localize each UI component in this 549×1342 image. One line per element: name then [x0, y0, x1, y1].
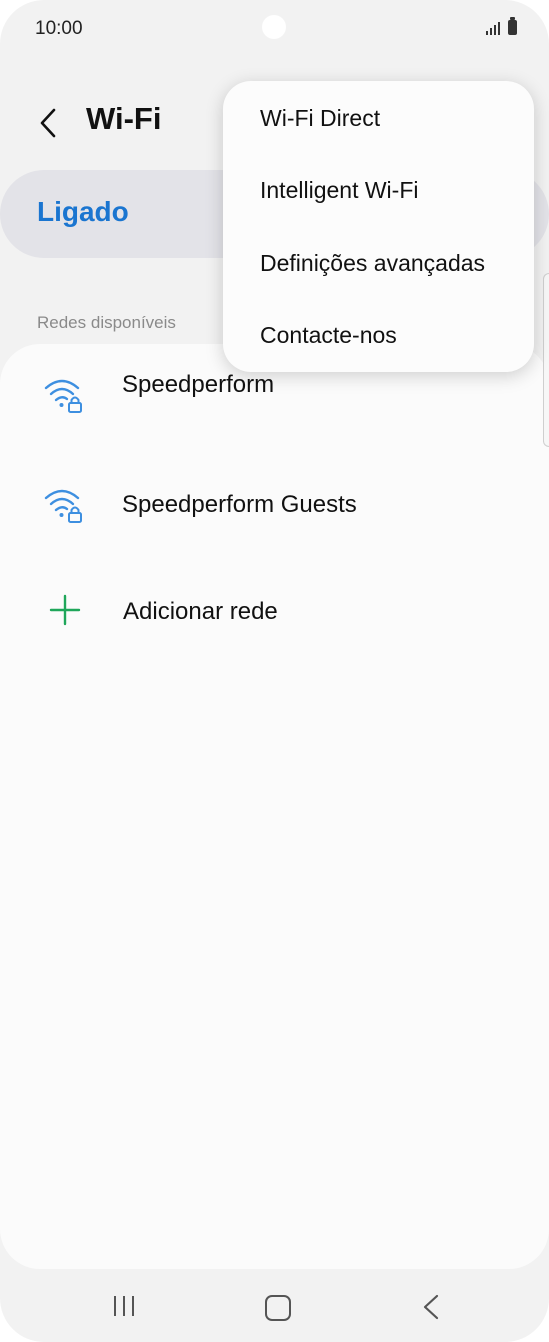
network-item-speedperform-guests[interactable]: Speedperform Guests: [0, 454, 549, 554]
network-name: Speedperform: [122, 371, 275, 398]
menu-item-intelligent-wifi[interactable]: Intelligent Wi-Fi: [223, 155, 534, 227]
nav-back-icon[interactable]: [422, 1294, 440, 1320]
battery-icon: [508, 17, 517, 35]
add-network-label: Adicionar rede: [123, 598, 278, 625]
menu-item-label: Definições avançadas: [260, 250, 486, 276]
menu-item-wifi-direct[interactable]: Wi-Fi Direct: [223, 83, 534, 155]
available-networks-header: Redes disponíveis: [37, 313, 176, 332]
status-icons: [486, 17, 517, 35]
wifi-locked-icon: [44, 489, 82, 523]
scroll-handle[interactable]: [543, 273, 549, 447]
status-time: 10:00: [35, 18, 83, 39]
menu-item-label: Wi-Fi Direct: [260, 105, 381, 131]
signal-icon: [486, 22, 500, 35]
add-network-button[interactable]: Adicionar rede: [0, 564, 549, 664]
back-arrow-icon[interactable]: [36, 106, 66, 140]
recent-apps-icon[interactable]: [112, 1294, 136, 1318]
menu-item-label: Contacte-nos: [260, 322, 397, 348]
wifi-locked-icon: [44, 379, 82, 413]
networks-list: Speedperform Speedperform Guests Adicion…: [0, 344, 549, 1269]
menu-item-advanced-settings[interactable]: Definições avançadas: [223, 228, 534, 300]
page-title: Wi-Fi: [86, 101, 162, 136]
status-bar: 10:00: [0, 0, 549, 60]
camera-cutout: [262, 15, 286, 39]
plus-icon: [49, 594, 81, 626]
screen: 10:00 Wi-Fi Ligado Redes disponíveis Spe…: [0, 0, 549, 1342]
navigation-bar: [0, 1270, 549, 1342]
overflow-menu: Wi-Fi Direct Intelligent Wi-Fi Definiçõe…: [223, 81, 534, 372]
master-switch-label: Ligado: [37, 196, 129, 227]
menu-item-contact-us[interactable]: Contacte-nos: [223, 300, 534, 372]
network-name: Speedperform Guests: [122, 491, 357, 518]
menu-item-label: Intelligent Wi-Fi: [260, 177, 419, 203]
home-icon[interactable]: [265, 1295, 291, 1321]
